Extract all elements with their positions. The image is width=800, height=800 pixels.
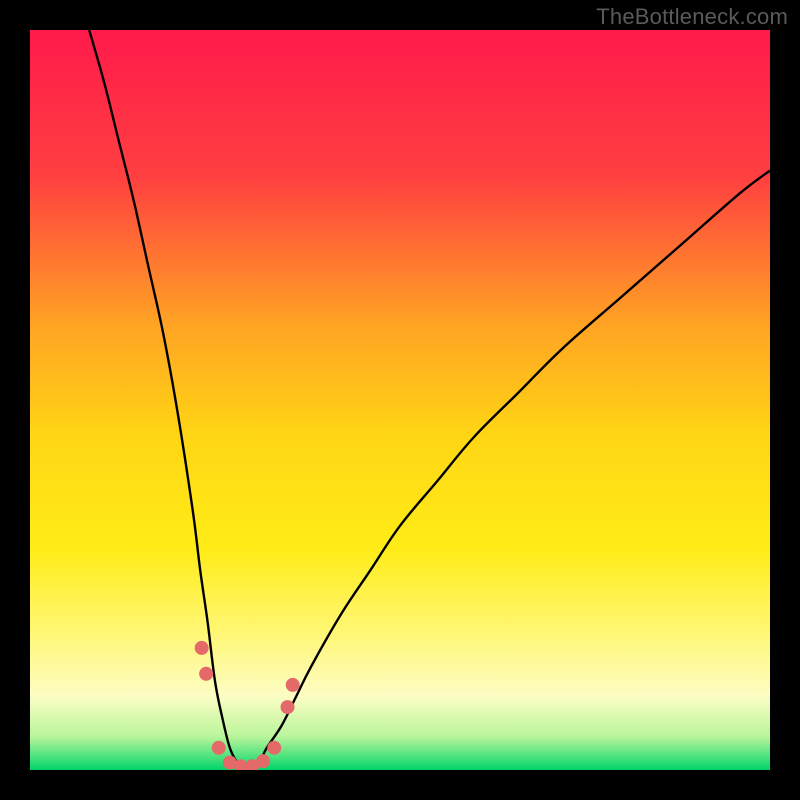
chart-svg (30, 30, 770, 770)
marker-point (281, 700, 295, 714)
marker-point (195, 641, 209, 655)
plot-area (30, 30, 770, 770)
chart-frame: TheBottleneck.com (0, 0, 800, 800)
marker-point (199, 667, 213, 681)
marker-point (256, 754, 270, 768)
marker-point (286, 678, 300, 692)
gradient-background (30, 30, 770, 770)
watermark-text: TheBottleneck.com (596, 4, 788, 30)
marker-point (267, 741, 281, 755)
marker-point (212, 741, 226, 755)
